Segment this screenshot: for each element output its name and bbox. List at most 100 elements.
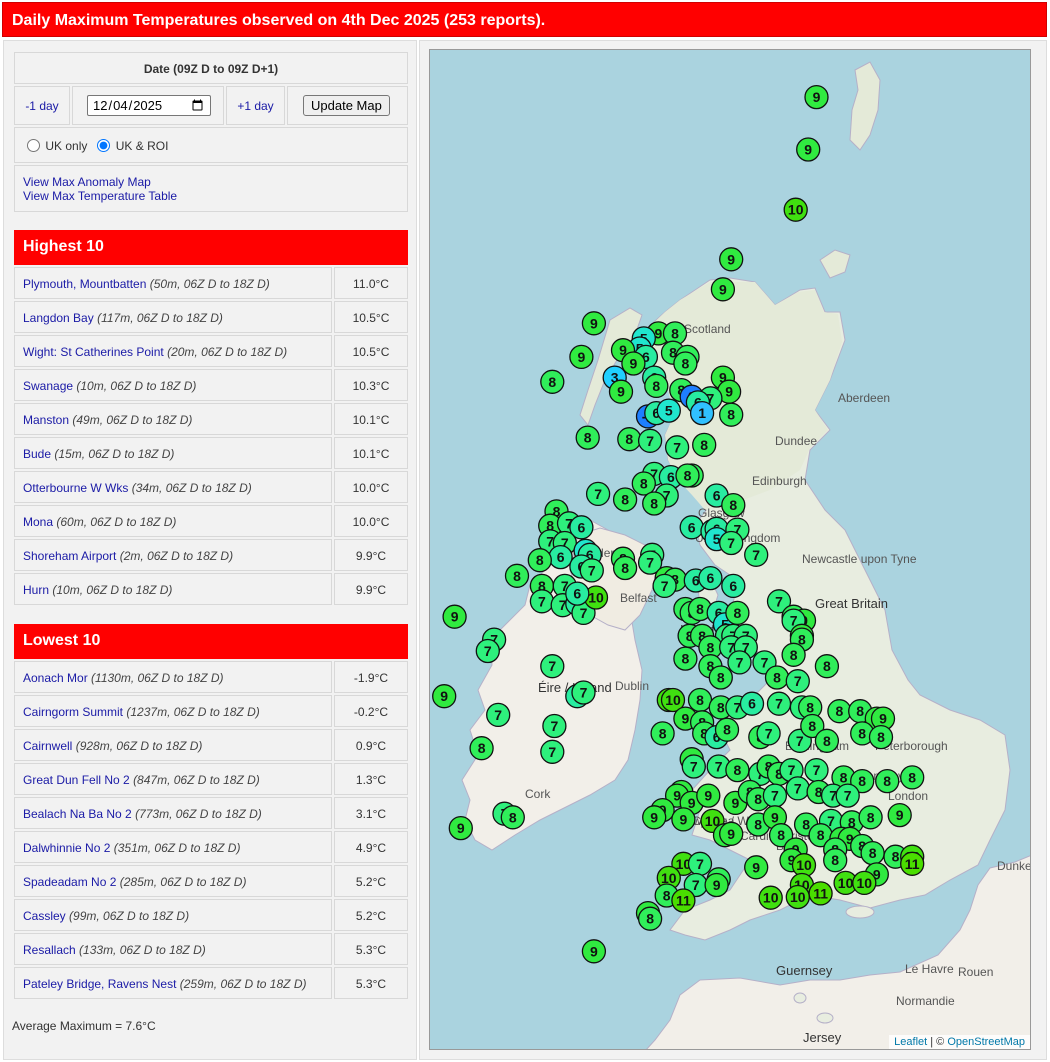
temperature-marker[interactable]: 9 bbox=[804, 84, 829, 110]
temperature-marker[interactable]: 5 bbox=[656, 398, 681, 423]
temperature-marker[interactable]: 8 bbox=[814, 728, 840, 753]
temperature-marker[interactable]: 7 bbox=[475, 638, 500, 664]
temperature-marker[interactable]: 8 bbox=[642, 491, 667, 516]
temperature-marker[interactable]: 8 bbox=[781, 642, 806, 667]
temperature-marker[interactable]: 10 bbox=[758, 885, 783, 910]
temperature-marker[interactable]: 9 bbox=[719, 247, 744, 272]
temperature-marker[interactable]: 7 bbox=[571, 680, 596, 705]
temperature-marker[interactable]: 7 bbox=[585, 481, 611, 507]
temperature-table-link[interactable]: View Max Temperature Table bbox=[23, 189, 177, 203]
temperature-marker[interactable]: 8 bbox=[823, 848, 848, 873]
station-link[interactable]: Otterbourne W Wks bbox=[23, 481, 128, 495]
anomaly-map-link[interactable]: View Max Anomaly Map bbox=[23, 175, 151, 189]
temperature-marker[interactable]: 7 bbox=[719, 530, 744, 556]
station-link[interactable]: Langdon Bay bbox=[23, 311, 94, 325]
next-day-link[interactable]: +1 day bbox=[237, 99, 273, 113]
temperature-marker[interactable]: 7 bbox=[486, 702, 511, 728]
temperature-marker[interactable]: 9 bbox=[704, 872, 729, 898]
temperature-marker[interactable]: 6 bbox=[698, 565, 723, 591]
temperature-marker[interactable]: 7 bbox=[540, 654, 565, 679]
temperature-marker[interactable]: 7 bbox=[744, 542, 769, 567]
leaflet-link[interactable]: Leaflet bbox=[894, 1036, 927, 1048]
temperature-marker[interactable]: 8 bbox=[858, 805, 883, 830]
temperature-marker[interactable]: 9 bbox=[642, 805, 667, 830]
temperature-marker[interactable]: 6 bbox=[548, 544, 573, 570]
uk-roi-option[interactable]: UK & ROI bbox=[97, 139, 168, 153]
temperature-marker[interactable]: 11 bbox=[671, 888, 696, 913]
temperature-marker[interactable]: 7 bbox=[687, 851, 713, 876]
temperature-marker[interactable]: 9 bbox=[448, 815, 473, 841]
temperature-marker[interactable]: 8 bbox=[469, 736, 494, 761]
temperature-marker[interactable]: 8 bbox=[504, 563, 530, 588]
temperature-marker[interactable]: 7 bbox=[727, 650, 752, 675]
temperature-marker[interactable]: 11 bbox=[808, 881, 833, 906]
temperature-marker[interactable]: 6 bbox=[721, 573, 746, 599]
uk-only-radio[interactable] bbox=[27, 139, 40, 152]
map-canvas[interactable]: AberdeenDundeeEdinburghGlasgowNewcastle … bbox=[430, 50, 1031, 1050]
temperature-marker[interactable]: 7 bbox=[637, 428, 663, 453]
prev-day-link[interactable]: -1 day bbox=[25, 99, 58, 113]
temperature-marker[interactable]: 8 bbox=[675, 463, 700, 488]
temperature-marker[interactable]: 8 bbox=[673, 646, 698, 671]
temperature-marker[interactable]: 9 bbox=[710, 277, 736, 302]
station-link[interactable]: Dalwhinnie No 2 bbox=[23, 841, 110, 855]
temperature-marker[interactable]: 8 bbox=[875, 768, 900, 794]
temperature-marker[interactable]: 8 bbox=[725, 600, 750, 626]
date-input[interactable] bbox=[87, 95, 211, 116]
temperature-marker[interactable]: 8 bbox=[708, 665, 733, 690]
uk-roi-radio[interactable] bbox=[97, 139, 111, 152]
temperature-marker[interactable]: 9 bbox=[719, 821, 744, 846]
temperature-marker[interactable]: 8 bbox=[631, 471, 656, 496]
temperature-marker[interactable]: 8 bbox=[687, 687, 713, 713]
update-map-button[interactable]: Update Map bbox=[303, 95, 390, 116]
station-link[interactable]: Aonach Mor bbox=[23, 671, 88, 685]
temperature-marker[interactable]: 10 bbox=[783, 197, 808, 222]
station-link[interactable]: Shoreham Airport bbox=[23, 549, 116, 563]
temperature-marker[interactable]: 8 bbox=[612, 555, 638, 581]
temperature-marker[interactable]: 11 bbox=[900, 851, 925, 876]
station-link[interactable]: Swanage bbox=[23, 379, 73, 393]
temperature-marker[interactable]: 7 bbox=[579, 558, 604, 583]
station-link[interactable]: Plymouth, Mountbatten bbox=[23, 277, 146, 291]
temperature-marker[interactable]: 9 bbox=[887, 802, 912, 828]
station-link[interactable]: Spadeadam No 2 bbox=[23, 875, 116, 889]
station-link[interactable]: Resallach bbox=[23, 943, 76, 957]
temperature-marker[interactable]: 8 bbox=[725, 757, 750, 783]
station-link[interactable]: Cairngorm Summit bbox=[23, 705, 123, 719]
temperature-marker[interactable]: 6 bbox=[565, 581, 590, 606]
temperature-marker[interactable]: 7 bbox=[542, 713, 567, 739]
temperature-marker[interactable]: 8 bbox=[814, 654, 840, 679]
temperature-marker[interactable]: 8 bbox=[617, 427, 642, 452]
temperature-marker[interactable]: 7 bbox=[835, 783, 860, 808]
temperature-marker[interactable]: 8 bbox=[764, 665, 790, 690]
temperature-marker[interactable]: 9 bbox=[696, 783, 721, 808]
temperature-marker[interactable]: 8 bbox=[644, 373, 669, 399]
temperature-marker[interactable]: 8 bbox=[637, 906, 663, 931]
temperature-marker[interactable]: 9 bbox=[608, 379, 634, 404]
temperature-marker[interactable]: 7 bbox=[664, 435, 690, 460]
temperature-marker[interactable]: 1 bbox=[689, 400, 715, 426]
temperature-marker[interactable]: 7 bbox=[540, 739, 565, 764]
temperature-marker[interactable]: 7 bbox=[785, 669, 810, 694]
temperature-marker[interactable]: 8 bbox=[612, 487, 638, 512]
temperature-marker[interactable]: 6 bbox=[679, 515, 704, 540]
temperature-marker[interactable]: 7 bbox=[529, 589, 555, 614]
temperature-marker[interactable]: 7 bbox=[766, 691, 792, 716]
station-link[interactable]: Cairnwell bbox=[23, 739, 72, 753]
temperature-marker[interactable]: 7 bbox=[785, 776, 810, 801]
temperature-marker[interactable]: 9 bbox=[442, 604, 467, 629]
temperature-marker[interactable]: 9 bbox=[744, 855, 769, 880]
temperature-marker[interactable]: 7 bbox=[681, 754, 706, 779]
station-link[interactable]: Pateley Bridge, Ravens Nest bbox=[23, 977, 176, 991]
station-link[interactable]: Cassley bbox=[23, 909, 66, 923]
temperature-marker[interactable]: 9 bbox=[581, 939, 607, 964]
temperature-map[interactable]: Aberdeen Dundee Edinburgh Glasgow Newcastle … bbox=[429, 49, 1031, 1050]
station-link[interactable]: Manston bbox=[23, 413, 69, 427]
temperature-marker[interactable]: 8 bbox=[575, 425, 600, 450]
temperature-marker[interactable]: 9 bbox=[569, 344, 594, 370]
temperature-marker[interactable]: 7 bbox=[762, 783, 788, 808]
temperature-marker[interactable]: 8 bbox=[827, 699, 852, 724]
temperature-marker[interactable]: 8 bbox=[868, 724, 894, 750]
temperature-marker[interactable]: 7 bbox=[756, 721, 781, 746]
station-link[interactable]: Bude bbox=[23, 447, 51, 461]
